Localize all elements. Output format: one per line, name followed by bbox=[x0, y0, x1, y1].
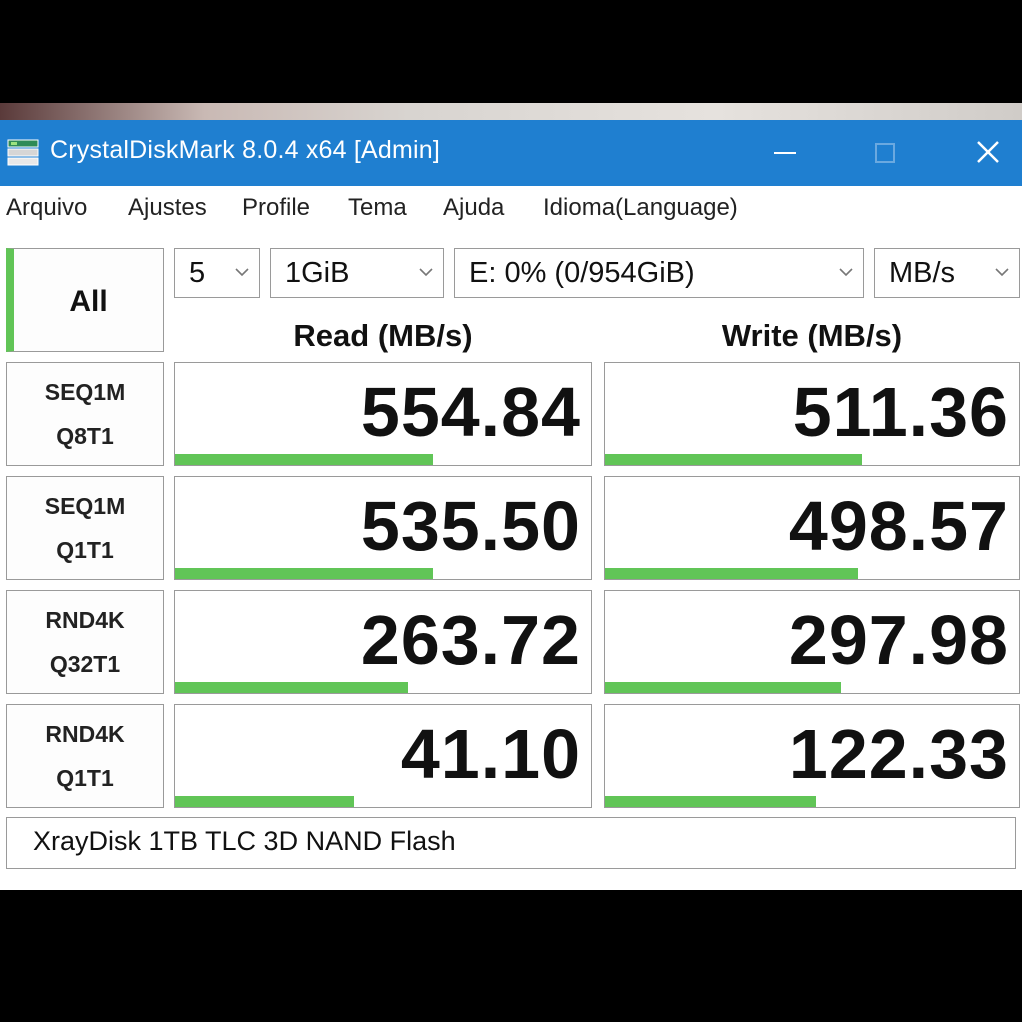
minimize-button[interactable] bbox=[738, 120, 834, 186]
write-progress-bar bbox=[605, 454, 862, 465]
test-label-line1: RND4K bbox=[45, 607, 125, 633]
read-result-seq1m-q1t1: 535.50 bbox=[174, 476, 592, 580]
test-count-value: 5 bbox=[189, 257, 206, 289]
read-progress-bar bbox=[175, 454, 433, 465]
read-column-header: Read (MB/s) bbox=[293, 318, 473, 353]
test-button-rnd4k-q1t1[interactable]: RND4K Q1T1 bbox=[6, 704, 164, 808]
all-button[interactable]: All bbox=[6, 248, 164, 352]
menu-ajustes[interactable]: Ajustes bbox=[128, 194, 207, 222]
test-button-rnd4k-q32t1[interactable]: RND4K Q32T1 bbox=[6, 590, 164, 694]
test-button-seq1m-q1t1[interactable]: SEQ1M Q1T1 bbox=[6, 476, 164, 580]
test-label-line2: Q8T1 bbox=[56, 423, 114, 449]
write-value: 498.57 bbox=[788, 487, 1009, 565]
test-size-value: 1GiB bbox=[285, 257, 350, 289]
maximize-button[interactable] bbox=[836, 120, 932, 186]
minimize-icon bbox=[774, 152, 796, 154]
menu-bar: Arquivo Ajustes Profile Tema Ajuda Idiom… bbox=[0, 186, 1022, 232]
test-button-seq1m-q8t1[interactable]: SEQ1M Q8T1 bbox=[6, 362, 164, 466]
drive-select[interactable]: E: 0% (0/954GiB) bbox=[454, 248, 864, 298]
read-result-seq1m-q8t1: 554.84 bbox=[174, 362, 592, 466]
all-button-label: All bbox=[69, 285, 108, 318]
test-label-line2: Q1T1 bbox=[56, 537, 114, 563]
read-value: 535.50 bbox=[360, 487, 581, 565]
unit-select[interactable]: MB/s bbox=[874, 248, 1020, 298]
read-progress-bar bbox=[175, 682, 408, 693]
write-progress-bar bbox=[605, 682, 841, 693]
test-label-line1: SEQ1M bbox=[44, 493, 126, 519]
title-bar[interactable]: CrystalDiskMark 8.0.4 x64 [Admin] bbox=[0, 120, 1022, 186]
menu-arquivo[interactable]: Arquivo bbox=[6, 194, 87, 222]
unit-value: MB/s bbox=[889, 257, 956, 289]
write-progress-bar bbox=[605, 796, 817, 807]
test-size-select[interactable]: 1GiB bbox=[270, 248, 444, 298]
test-label-line2: Q1T1 bbox=[56, 765, 114, 791]
window-title: CrystalDiskMark 8.0.4 x64 [Admin] bbox=[50, 136, 441, 164]
close-button[interactable] bbox=[940, 120, 1022, 186]
write-value: 297.98 bbox=[788, 601, 1009, 679]
write-result-seq1m-q1t1: 498.57 bbox=[604, 476, 1020, 580]
write-value: 511.36 bbox=[792, 373, 1009, 451]
write-result-rnd4k-q1t1: 122.33 bbox=[604, 704, 1020, 808]
comment-field[interactable]: XrayDisk 1TB TLC 3D NAND Flash bbox=[6, 817, 1016, 869]
read-value: 554.84 bbox=[360, 373, 581, 451]
test-label-line1: SEQ1M bbox=[44, 379, 126, 405]
comment-text: XrayDisk 1TB TLC 3D NAND Flash bbox=[33, 826, 456, 856]
read-result-rnd4k-q32t1: 263.72 bbox=[174, 590, 592, 694]
write-progress-bar bbox=[605, 568, 858, 579]
menu-tema[interactable]: Tema bbox=[348, 194, 407, 222]
write-value: 122.33 bbox=[788, 715, 1009, 793]
menu-profile[interactable]: Profile bbox=[242, 194, 310, 222]
chevron-down-icon bbox=[839, 268, 853, 277]
read-result-rnd4k-q1t1: 41.10 bbox=[174, 704, 592, 808]
app-window: CrystalDiskMark 8.0.4 x64 [Admin] Arquiv… bbox=[0, 120, 1022, 890]
menu-ajuda[interactable]: Ajuda bbox=[443, 194, 504, 222]
write-result-rnd4k-q32t1: 297.98 bbox=[604, 590, 1020, 694]
close-icon bbox=[977, 141, 999, 163]
read-value: 263.72 bbox=[360, 601, 581, 679]
test-label-line2: Q32T1 bbox=[49, 651, 121, 677]
read-progress-bar bbox=[175, 568, 433, 579]
write-result-seq1m-q8t1: 511.36 bbox=[604, 362, 1020, 466]
maximize-icon bbox=[875, 143, 895, 163]
read-progress-bar bbox=[175, 796, 354, 807]
test-label-line1: RND4K bbox=[45, 721, 125, 747]
crystaldiskmark-icon bbox=[6, 138, 40, 168]
read-value: 41.10 bbox=[400, 715, 581, 793]
drive-value: E: 0% (0/954GiB) bbox=[469, 257, 695, 289]
chevron-down-icon bbox=[419, 268, 433, 277]
test-count-select[interactable]: 5 bbox=[174, 248, 260, 298]
chevron-down-icon bbox=[235, 268, 249, 277]
write-column-header: Write (MB/s) bbox=[721, 318, 903, 353]
chevron-down-icon bbox=[995, 268, 1009, 277]
menu-idioma[interactable]: Idioma(Language) bbox=[543, 194, 738, 222]
